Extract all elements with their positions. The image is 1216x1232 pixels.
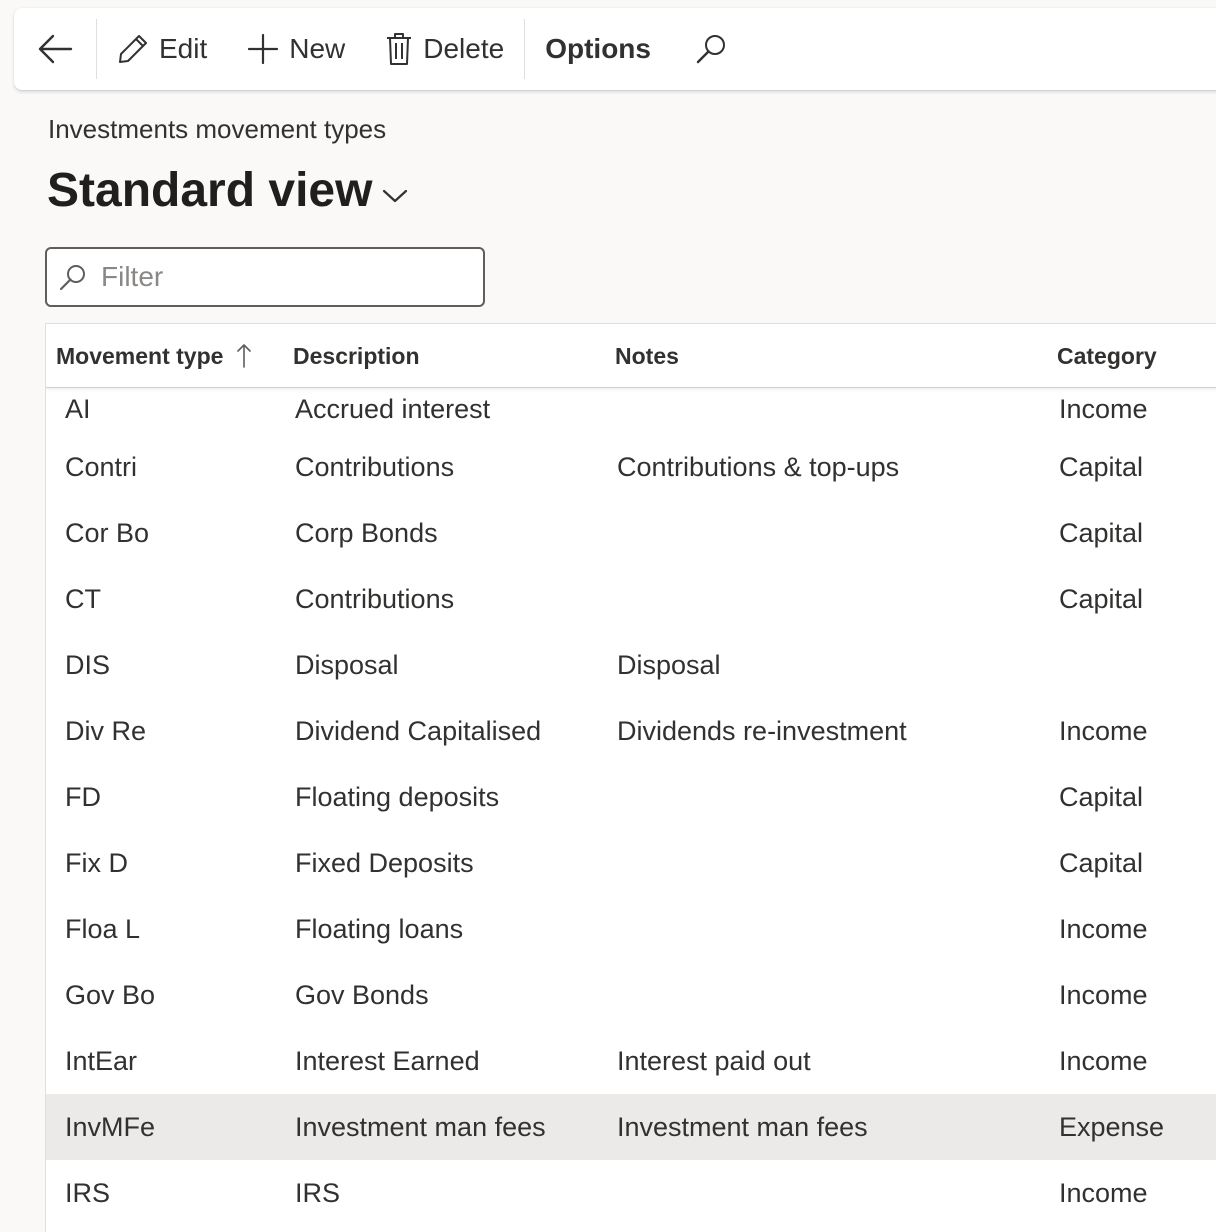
table-row[interactable]: Fix D Fixed Deposits Capital (46, 830, 1216, 896)
cell-movement-type: AI (65, 394, 91, 424)
delete-button[interactable]: Delete (365, 8, 524, 90)
cell-movement-type: Gov Bo (65, 979, 156, 1010)
cell-description: Corp Bonds (295, 517, 438, 548)
movement-types-grid: Movement type Description Notes Category… (45, 323, 1216, 1232)
column-header-label: Description (293, 342, 420, 369)
cell-movement-type: FD (65, 781, 101, 812)
cell-category: Capital (1059, 847, 1144, 878)
cell-movement-type: Fix D (65, 847, 128, 878)
filter-search-icon (59, 263, 87, 291)
cell-movement-type: DIS (65, 649, 111, 680)
table-row[interactable]: IntEar Interest Earned Interest paid out In… (46, 1028, 1216, 1094)
cell-description: Floating deposits (295, 781, 500, 812)
cell-category: Income (1059, 979, 1148, 1010)
cell-notes: Contributions & top-ups (617, 451, 900, 482)
grid-header: Movement type Description Notes Category (46, 324, 1216, 388)
cell-category: Capital (1059, 451, 1144, 482)
sort-ascending-icon (237, 343, 252, 369)
search-icon (695, 33, 727, 65)
cell-movement-type: Div Re (65, 715, 147, 746)
cell-description: Interest Earned (295, 1045, 480, 1076)
table-row[interactable]: Floa L Floating loans Income (46, 896, 1216, 962)
table-row[interactable]: InvMFe Investment man fees Investment man … (46, 1094, 1216, 1160)
table-row[interactable]: CT Contributions Capital (46, 566, 1216, 632)
table-row[interactable]: Cor Bo Corp Bonds Capital (46, 500, 1216, 566)
toolbar-search-button[interactable] (671, 8, 751, 90)
chevron-down-icon (382, 188, 408, 204)
options-tab[interactable]: Options (525, 8, 671, 90)
cell-notes: Interest paid out (617, 1045, 811, 1076)
table-row[interactable]: Gov Bo Gov Bonds Income (46, 962, 1216, 1028)
table-row[interactable]: IRS IRS Income (46, 1160, 1216, 1226)
cell-description: Disposal (295, 649, 399, 680)
cell-category: Income (1059, 715, 1148, 746)
new-button[interactable]: New (227, 8, 365, 90)
cell-movement-type: IntEar (65, 1045, 138, 1076)
cell-category: Income (1059, 913, 1148, 944)
cell-description: Contributions (295, 451, 455, 482)
column-header-label: Notes (615, 342, 679, 369)
cell-movement-type: Floa L (65, 913, 141, 944)
cell-movement-type: IRS (65, 1177, 111, 1208)
page-caption: Investments movement types (48, 114, 387, 144)
pencil-icon (117, 33, 149, 65)
cell-category: Expense (1059, 1111, 1165, 1142)
cell-movement-type: Cor Bo (65, 517, 150, 548)
back-button[interactable] (14, 8, 96, 90)
view-selector[interactable]: Standard view (47, 163, 408, 218)
column-header-label: Movement type (56, 342, 224, 369)
filter-input[interactable] (101, 261, 441, 293)
table-row[interactable]: DIS Disposal Disposal (46, 632, 1216, 698)
cell-description: Accrued interest (295, 394, 491, 424)
new-label: New (289, 33, 346, 64)
cell-description: Fixed Deposits (295, 847, 474, 878)
options-label: Options (545, 33, 651, 64)
back-arrow-icon (37, 33, 73, 65)
edit-label: Edit (159, 33, 208, 64)
cell-description: IRS (295, 1177, 341, 1208)
cell-category: Income (1059, 394, 1148, 424)
edit-button[interactable]: Edit (97, 8, 227, 90)
column-header-movement-type[interactable]: Movement type (56, 324, 252, 388)
cell-category: Income (1059, 1177, 1148, 1208)
action-pane: Edit New Delete Options (14, 8, 1216, 90)
column-header-label: Category (1057, 342, 1157, 369)
delete-label: Delete (423, 33, 505, 64)
cell-notes: Dividends re-investment (617, 715, 907, 746)
cell-category: Capital (1059, 781, 1144, 812)
column-header-category[interactable]: Category (1057, 324, 1157, 388)
cell-description: Contributions (295, 583, 455, 614)
cell-description: Gov Bonds (295, 979, 429, 1010)
cell-description: Floating loans (295, 913, 464, 944)
filter-box (45, 247, 485, 307)
cell-description: Investment man fees (295, 1111, 546, 1142)
plus-icon (247, 33, 279, 65)
cell-category: Capital (1059, 517, 1144, 548)
trash-icon (385, 32, 413, 66)
view-title: Standard view (47, 164, 373, 217)
table-row[interactable]: Contri Contributions Contributions & top-u… (46, 434, 1216, 500)
cell-movement-type: CT (65, 583, 101, 614)
cell-description: Dividend Capitalised (295, 715, 542, 746)
cell-notes: Disposal (617, 649, 721, 680)
table-row[interactable]: FD Floating deposits Capital (46, 764, 1216, 830)
cell-category: Income (1059, 1045, 1148, 1076)
cell-notes: Investment man fees (617, 1111, 868, 1142)
cell-movement-type: InvMFe (65, 1111, 156, 1142)
cell-category: Capital (1059, 583, 1144, 614)
table-row[interactable]: Div Re Dividend Capitalised Dividends re-i… (46, 698, 1216, 764)
cell-movement-type: Contri (65, 451, 138, 482)
grid-body: AI Accrued interest Income Contri Contributi… (46, 388, 1216, 1226)
table-row[interactable]: AI Accrued interest Income (46, 388, 1216, 434)
column-header-notes[interactable]: Notes (615, 324, 679, 388)
column-header-description[interactable]: Description (293, 324, 420, 388)
